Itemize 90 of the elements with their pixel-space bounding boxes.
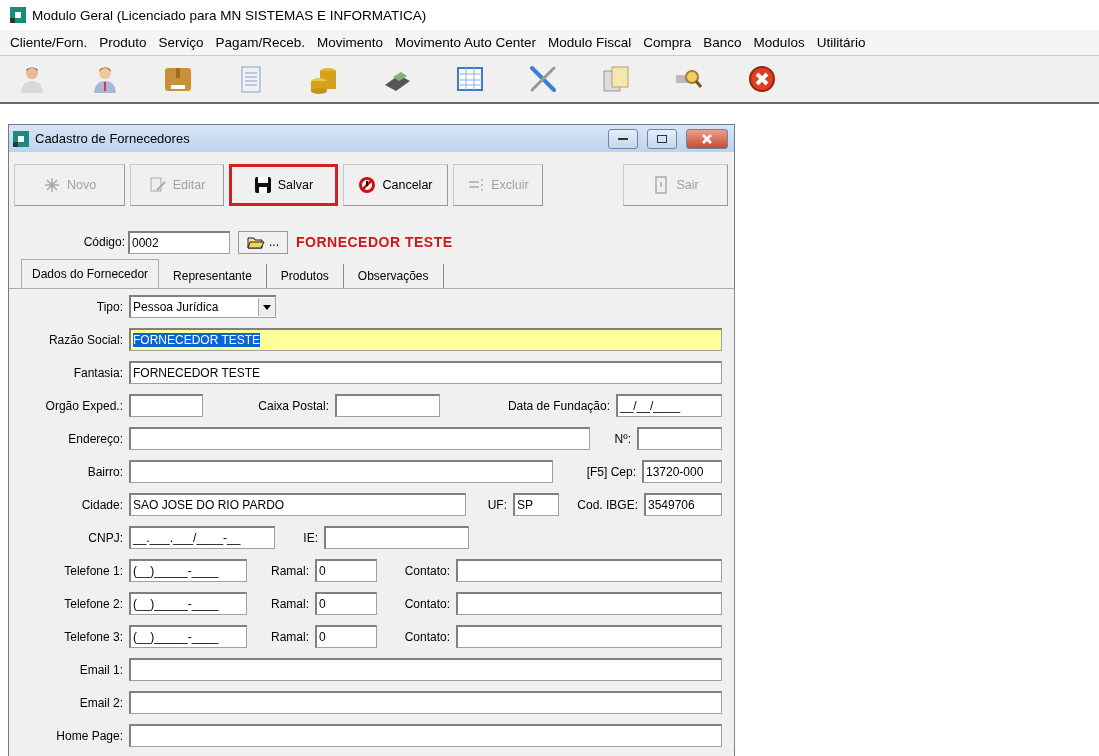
field-label: Ramal: bbox=[270, 596, 310, 611]
input-field[interactable] bbox=[335, 394, 440, 417]
minimize-button[interactable] bbox=[608, 128, 638, 149]
delete-icon bbox=[467, 176, 486, 194]
field-label: Tipo: bbox=[95, 299, 124, 314]
tools-icon[interactable] bbox=[527, 63, 559, 95]
input-field[interactable] bbox=[637, 427, 722, 450]
field-label: Bairro: bbox=[86, 464, 124, 479]
field-label: [F5] Cep: bbox=[585, 464, 637, 479]
app-logo-icon bbox=[13, 130, 29, 147]
field-label: Ramal: bbox=[270, 629, 310, 644]
menu-item[interactable]: Modulos bbox=[747, 33, 811, 52]
browse-button[interactable]: ... bbox=[238, 230, 288, 254]
tab[interactable]: Dados do Fornecedor bbox=[21, 259, 160, 288]
input-field[interactable] bbox=[456, 625, 722, 648]
sparkle-icon bbox=[42, 176, 61, 194]
input-field[interactable]: (__)_____-____ bbox=[129, 592, 247, 615]
save-icon bbox=[253, 176, 272, 194]
input-field[interactable]: 0 bbox=[315, 592, 377, 615]
input-field[interactable] bbox=[456, 592, 722, 615]
input-field[interactable]: SP bbox=[513, 493, 559, 516]
menu-item[interactable]: Cliente/Forn. bbox=[4, 33, 94, 52]
input-field[interactable]: 0002 bbox=[128, 230, 230, 254]
close-icon[interactable] bbox=[746, 63, 778, 95]
field-label: Fantasia: bbox=[72, 365, 124, 380]
dropdown-arrow-icon bbox=[263, 304, 271, 310]
supplier-name: FORNECEDOR TESTE bbox=[296, 234, 453, 250]
input-field[interactable]: FORNECEDOR TESTE bbox=[129, 361, 722, 384]
field-label: Cidade: bbox=[80, 497, 124, 512]
input-field[interactable] bbox=[129, 460, 553, 483]
input-field[interactable]: 0 bbox=[315, 625, 377, 648]
menu-item[interactable]: Serviço bbox=[152, 33, 210, 52]
input-field[interactable] bbox=[129, 658, 722, 681]
input-field[interactable]: 13720-000 bbox=[642, 460, 722, 483]
toolbar-button[interactable]: Cancelar bbox=[343, 164, 448, 206]
cancel-icon bbox=[358, 176, 377, 194]
field-label: Contato: bbox=[403, 629, 451, 644]
menu-item[interactable]: Movimento Auto Center bbox=[388, 33, 543, 52]
input-field[interactable] bbox=[324, 526, 469, 549]
input-field[interactable] bbox=[129, 394, 203, 417]
field-label: Cod. IBGE: bbox=[576, 497, 639, 512]
close-icon bbox=[702, 133, 712, 144]
menu-item[interactable]: Movimento bbox=[310, 33, 389, 52]
field-label: Nº: bbox=[613, 431, 632, 446]
app-logo-icon bbox=[10, 7, 26, 23]
menu-item[interactable]: Banco bbox=[697, 33, 748, 52]
field-label: Razão Social: bbox=[47, 332, 124, 347]
folder-icon bbox=[247, 235, 265, 249]
field-label: Home Page: bbox=[55, 728, 124, 743]
field-label: Caixa Postal: bbox=[257, 398, 330, 413]
field-label: Ramal: bbox=[270, 563, 310, 578]
input-field[interactable]: __.___.___/____-__ bbox=[129, 526, 275, 549]
close-button[interactable] bbox=[686, 128, 728, 149]
menu-item[interactable]: Compra bbox=[637, 33, 698, 52]
field-label: Telefone 2: bbox=[63, 596, 124, 611]
input-field[interactable]: (__)_____-____ bbox=[129, 625, 247, 648]
input-field[interactable] bbox=[129, 691, 722, 714]
field-label: Contato: bbox=[403, 563, 451, 578]
field-label: Endereço: bbox=[67, 431, 124, 446]
maximize-icon bbox=[657, 134, 667, 143]
input-field[interactable] bbox=[129, 724, 722, 747]
input-field[interactable]: SAO JOSE DO RIO PARDO bbox=[129, 493, 466, 516]
field-label: Contato: bbox=[403, 596, 451, 611]
menu-item[interactable]: Pagam/Receb. bbox=[209, 33, 311, 52]
field-label: Telefone 3: bbox=[63, 629, 124, 644]
field-label: CNPJ: bbox=[87, 530, 124, 545]
input-field[interactable]: (__)_____-____ bbox=[129, 559, 247, 582]
input-field[interactable]: 3549706 bbox=[644, 493, 722, 516]
dialog-title: Cadastro de Fornecedores bbox=[35, 131, 191, 146]
window-title: Modulo Geral (Licenciado para MN SISTEMAS E INFORMATICA) bbox=[32, 7, 427, 23]
input-field[interactable]: __/__/____ bbox=[616, 394, 722, 417]
input-field[interactable]: FORNECEDOR TESTE bbox=[129, 328, 722, 351]
edit-icon bbox=[148, 176, 167, 194]
menu-item[interactable]: Modulo Fiscal bbox=[542, 33, 638, 52]
input-field[interactable] bbox=[456, 559, 722, 582]
maximize-button[interactable] bbox=[647, 128, 677, 149]
field-label: UF: bbox=[486, 497, 508, 512]
toolbar-button[interactable]: Salvar bbox=[229, 164, 338, 206]
field-label: Orgão Exped.: bbox=[44, 398, 124, 413]
field-label: Email 2: bbox=[78, 695, 124, 710]
field-label: Data de Fundação: bbox=[506, 398, 611, 413]
field-label: IE: bbox=[302, 530, 319, 545]
field-label: Código: bbox=[82, 235, 126, 249]
menu-item[interactable]: Produto bbox=[93, 33, 153, 52]
type-dropdown[interactable]: Pessoa Jurídica bbox=[129, 295, 276, 318]
input-field[interactable]: 0 bbox=[315, 559, 377, 582]
input-field[interactable] bbox=[129, 427, 590, 450]
field-label: Email 1: bbox=[78, 662, 124, 677]
field-label: Telefone 1: bbox=[63, 563, 124, 578]
menu-item[interactable]: Utilitário bbox=[810, 33, 872, 52]
